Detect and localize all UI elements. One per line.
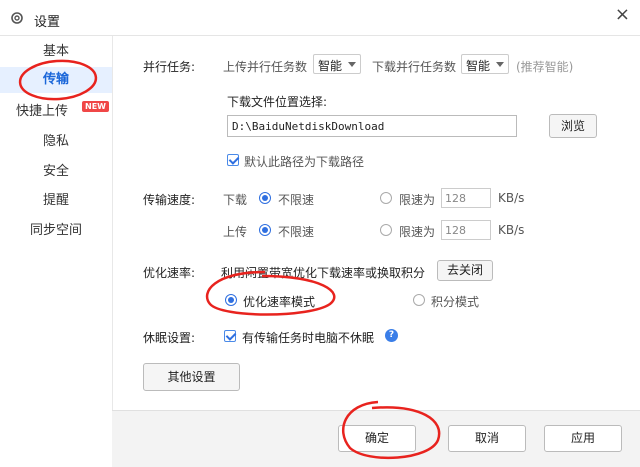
ok-button[interactable]: 确定: [338, 425, 416, 452]
upload-parallel-select[interactable]: 智能: [313, 54, 361, 74]
download-limited-label: 限速为: [399, 193, 436, 207]
download-unlimited-label: 不限速: [278, 193, 315, 207]
download-parallel-select[interactable]: 智能: [461, 54, 509, 74]
sidebar-item-quick-upload[interactable]: 快捷上传 NEW: [0, 101, 112, 122]
apply-button[interactable]: 应用: [544, 425, 622, 452]
help-icon[interactable]: ?: [385, 329, 398, 342]
prevent-sleep-label: 有传输任务时电脑不休眠: [242, 331, 375, 345]
parallel-section-label: 并行任务:: [143, 60, 196, 74]
download-speed-label: 下载: [223, 193, 248, 207]
optimize-description: 利用闲置带宽优化下载速率或换取积分: [221, 266, 426, 280]
points-mode-radio[interactable]: [413, 294, 425, 306]
upload-limit-input[interactable]: 128: [441, 220, 491, 240]
sidebar: 基本 传输 快捷上传 NEW 隐私 安全 提醒 同步空间: [0, 36, 112, 467]
chevron-down-icon: [348, 62, 356, 67]
dialog-footer: 确定 取消 应用: [112, 410, 640, 467]
sidebar-item-transfer[interactable]: 传输: [0, 67, 112, 93]
cancel-button[interactable]: 取消: [448, 425, 526, 452]
sidebar-item-reminder[interactable]: 提醒: [0, 191, 112, 211]
sleep-section-label: 休眠设置:: [143, 331, 196, 345]
upload-speed-unit: KB/s: [498, 223, 525, 237]
default-path-checkbox[interactable]: [227, 154, 239, 166]
other-settings-button[interactable]: 其他设置: [143, 363, 240, 391]
download-path-input[interactable]: D:\BaiduNetdiskDownload: [227, 115, 517, 137]
browse-button[interactable]: 浏览: [549, 114, 597, 138]
recommend-hint: (推荐智能): [516, 60, 574, 74]
close-icon[interactable]: ×: [615, 6, 630, 24]
default-path-label: 默认此路径为下载路径: [244, 155, 365, 169]
window-title: 设置: [34, 15, 61, 30]
speed-section-label: 传输速度:: [143, 193, 196, 207]
gear-icon: [11, 12, 23, 24]
sidebar-item-sync-space[interactable]: 同步空间: [0, 221, 112, 241]
turn-off-button[interactable]: 去关闭: [437, 260, 493, 281]
points-mode-label: 积分模式: [431, 295, 480, 309]
sidebar-item-security[interactable]: 安全: [0, 162, 112, 182]
upload-unlimited-label: 不限速: [278, 225, 315, 239]
settings-content: 并行任务: 上传并行任务数 智能 下载并行任务数 智能 (推荐智能) 下载文件位…: [112, 36, 640, 410]
download-speed-unit: KB/s: [498, 191, 525, 205]
download-parallel-label: 下载并行任务数: [372, 60, 457, 74]
upload-unlimited-radio[interactable]: [259, 224, 271, 236]
optimize-speed-radio[interactable]: [225, 294, 237, 306]
chevron-down-icon: [496, 62, 504, 67]
upload-limited-radio[interactable]: [380, 224, 392, 236]
upload-parallel-label: 上传并行任务数: [223, 60, 308, 74]
upload-limited-label: 限速为: [399, 225, 436, 239]
download-limit-input[interactable]: 128: [441, 188, 491, 208]
sidebar-item-privacy[interactable]: 隐私: [0, 132, 112, 152]
prevent-sleep-checkbox[interactable]: [224, 330, 236, 342]
title-bar: 设置 ×: [0, 0, 640, 36]
optimize-speed-label: 优化速率模式: [243, 295, 316, 309]
upload-speed-label: 上传: [223, 225, 248, 239]
new-badge: NEW: [82, 101, 109, 112]
download-location-label: 下载文件位置选择:: [227, 95, 328, 109]
download-limited-radio[interactable]: [380, 192, 392, 204]
download-unlimited-radio[interactable]: [259, 192, 271, 204]
sidebar-item-basic[interactable]: 基本: [0, 42, 112, 62]
optimize-section-label: 优化速率:: [143, 266, 196, 280]
